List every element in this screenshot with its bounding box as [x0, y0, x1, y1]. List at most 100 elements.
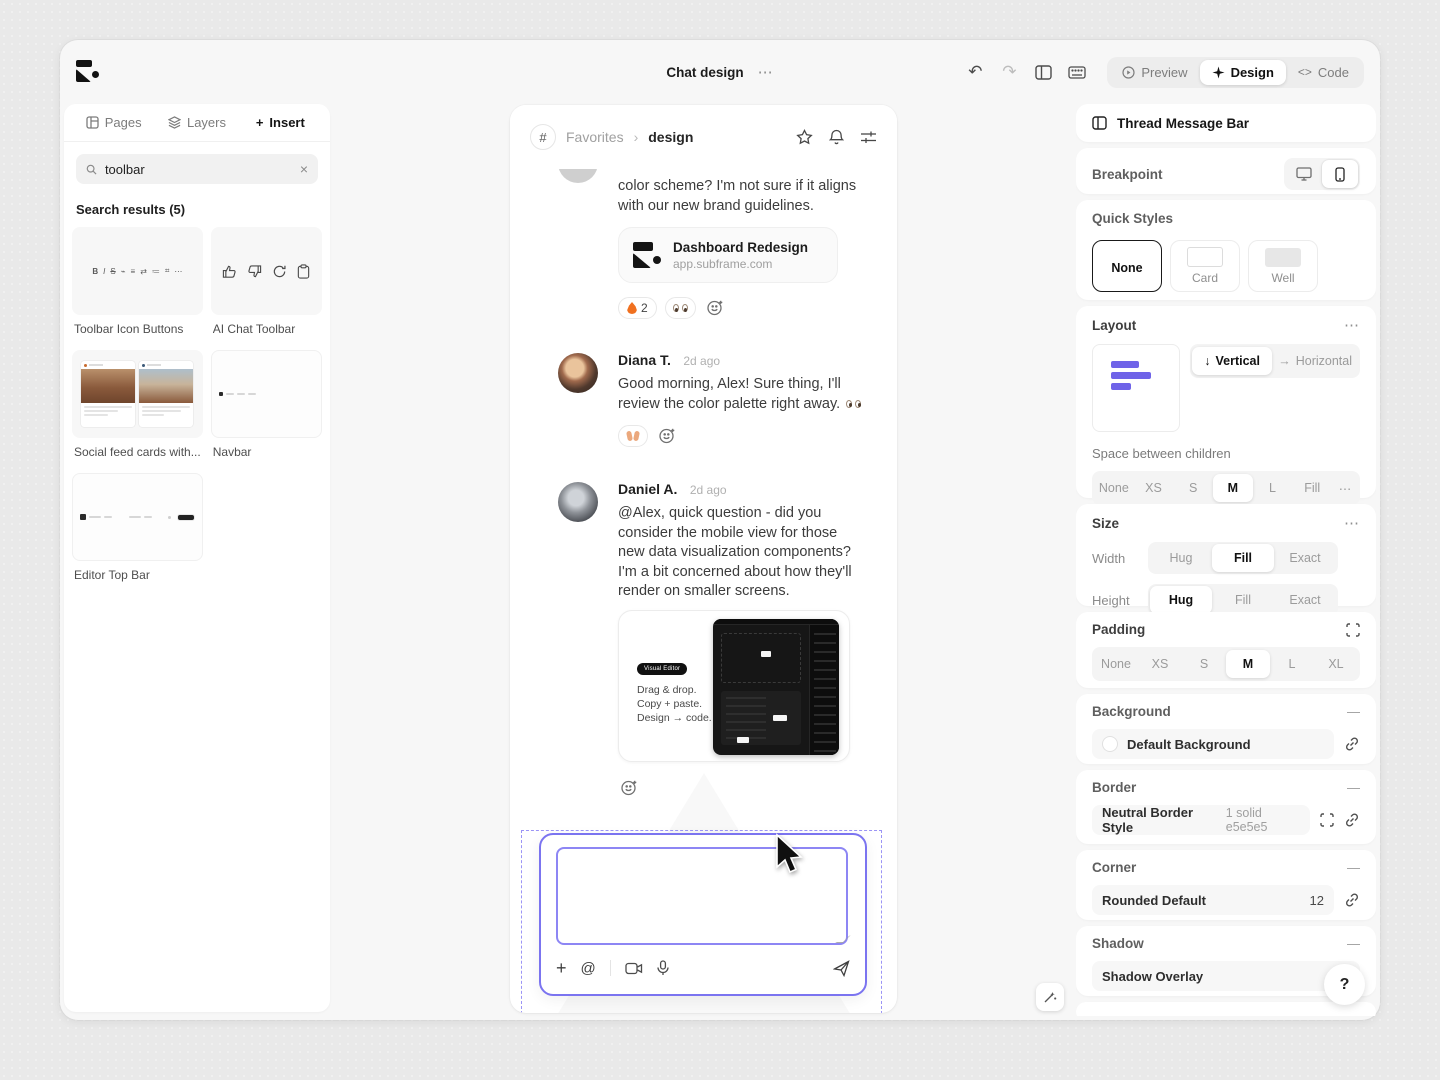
shadow-value-row[interactable]: Shadow Overlay [1092, 961, 1360, 991]
toggle-sidebar-icon[interactable] [1029, 58, 1057, 86]
width-hug[interactable]: Hug [1150, 544, 1212, 572]
space-fill[interactable]: Fill [1292, 474, 1332, 502]
send-icon[interactable] [833, 960, 850, 977]
undo-icon[interactable]: ↶ [961, 58, 989, 86]
padding-xl[interactable]: XL [1314, 650, 1358, 678]
clear-search-icon[interactable]: × [300, 161, 308, 177]
document-menu-icon[interactable]: ⋯ [758, 63, 774, 81]
add-reaction-button[interactable] [656, 425, 678, 447]
padding-s[interactable]: S [1182, 650, 1226, 678]
search-input[interactable] [105, 162, 292, 177]
search-result-ai-chat-toolbar[interactable]: AI Chat Toolbar [211, 227, 322, 336]
layout-menu-icon[interactable]: ⋯ [1344, 316, 1360, 334]
search-result-navbar[interactable]: Navbar [211, 350, 322, 459]
link-token-icon[interactable] [1344, 736, 1360, 752]
mode-design[interactable]: Design [1200, 60, 1286, 85]
message-text: Good morning, Alex! Sure thing, I'll rev… [618, 375, 862, 414]
avatar-diana[interactable] [558, 353, 598, 393]
reaction-eyes[interactable] [665, 297, 696, 319]
width-exact[interactable]: Exact [1274, 544, 1336, 572]
add-reaction-button[interactable] [704, 297, 726, 319]
top-bar: Chat design ⋯ ↶ ↷ Preview [60, 40, 1380, 104]
border-value-row[interactable]: Neutral Border Style 1 solid e5e5e5 [1092, 805, 1310, 835]
height-hug[interactable]: Hug [1150, 586, 1212, 614]
height-label: Height [1092, 593, 1148, 608]
collapse-section-icon[interactable]: — [1347, 780, 1360, 795]
space-l[interactable]: L [1253, 474, 1293, 502]
message-text-partial: color scheme? I'm not sure if it aligns … [618, 177, 868, 216]
collapse-section-icon[interactable]: — [1347, 936, 1360, 951]
desktop-icon [1296, 167, 1312, 181]
space-s[interactable]: S [1173, 474, 1213, 502]
search-result-social-feed-cards[interactable]: Social feed cards with... [72, 350, 203, 459]
help-button[interactable]: ? [1324, 964, 1365, 1005]
collapse-section-icon[interactable]: — [1347, 860, 1360, 875]
reaction-raised-hands[interactable] [618, 425, 648, 447]
mode-code[interactable]: <> Code [1286, 60, 1361, 85]
attachment-image-card[interactable]: Visual Editor Drag & drop. Copy + paste.… [618, 610, 850, 762]
collapse-section-icon[interactable]: — [1347, 704, 1360, 719]
padding-m[interactable]: M [1226, 650, 1270, 678]
space-xs[interactable]: XS [1134, 474, 1174, 502]
arrow-right-icon: → [1278, 354, 1291, 368]
height-fill[interactable]: Fill [1212, 586, 1274, 614]
link-token-icon[interactable] [1344, 812, 1360, 828]
layers-icon [168, 116, 181, 129]
smiley-plus-icon [620, 779, 638, 797]
tab-pages[interactable]: Pages [74, 104, 153, 141]
individual-padding-icon[interactable] [1346, 623, 1360, 637]
padding-none[interactable]: None [1094, 650, 1138, 678]
reaction-fire[interactable]: 2 [618, 297, 657, 319]
breakpoint-desktop-button[interactable] [1286, 160, 1322, 188]
search-result-editor-top-bar[interactable]: Editor Top Bar [72, 473, 203, 582]
quick-style-well[interactable]: Well [1248, 240, 1318, 292]
layout-preview [1092, 344, 1180, 432]
padding-l[interactable]: L [1270, 650, 1314, 678]
add-reaction-button[interactable] [618, 777, 640, 799]
width-fill[interactable]: Fill [1212, 544, 1274, 572]
size-menu-icon[interactable]: ⋯ [1344, 514, 1360, 532]
mention-icon[interactable]: @ [581, 960, 596, 977]
direction-horizontal[interactable]: → Horizontal [1272, 347, 1358, 375]
space-none[interactable]: None [1094, 474, 1134, 502]
layout-section: Layout ⋯ ↓ Vertical → Horizontal [1076, 306, 1376, 498]
height-exact[interactable]: Exact [1274, 586, 1336, 614]
section-label: Breakpoint [1092, 167, 1163, 182]
star-icon[interactable] [796, 129, 813, 145]
breakpoint-mobile-button[interactable] [1322, 160, 1358, 188]
space-m[interactable]: M [1213, 474, 1253, 502]
filter-settings-icon[interactable] [860, 130, 877, 145]
well-style-swatch [1265, 248, 1301, 267]
microphone-icon[interactable] [657, 960, 669, 976]
space-overflow-icon[interactable]: ⋯ [1332, 474, 1358, 502]
link-token-icon[interactable] [1344, 892, 1360, 908]
corner-radius-value: 12 [1310, 893, 1324, 908]
tab-insert[interactable]: + Insert [241, 104, 320, 141]
direction-vertical[interactable]: ↓ Vertical [1192, 347, 1272, 375]
individual-border-icon[interactable] [1320, 813, 1334, 827]
mode-preview[interactable]: Preview [1110, 60, 1199, 85]
attach-plus-icon[interactable]: + [556, 959, 567, 977]
eyes-icon [673, 304, 688, 312]
corner-value-row[interactable]: Rounded Default 12 [1092, 885, 1334, 915]
avatar-daniel[interactable] [558, 482, 598, 522]
quick-style-none[interactable]: None [1092, 240, 1162, 292]
magic-wand-button[interactable] [1036, 983, 1064, 1011]
redo-icon[interactable]: ↷ [995, 58, 1023, 86]
subframe-logo[interactable] [76, 60, 100, 84]
search-result-toolbar-icon-buttons[interactable]: BIS⌁≡⇄≔⌗⋯ Toolbar Icon Buttons [72, 227, 203, 336]
video-icon[interactable] [625, 962, 643, 975]
keyboard-shortcuts-icon[interactable] [1063, 58, 1091, 86]
section-label: Background [1092, 704, 1171, 719]
thread-message-bar[interactable]: + @ [539, 833, 867, 996]
message-author[interactable]: Diana T. [618, 352, 671, 368]
breadcrumb-root[interactable]: Favorites [566, 129, 624, 145]
padding-xs[interactable]: XS [1138, 650, 1182, 678]
bell-icon[interactable] [829, 129, 844, 146]
link-preview-card[interactable]: Dashboard Redesign app.subframe.com [618, 227, 838, 283]
breadcrumb-current[interactable]: design [648, 129, 693, 145]
tab-layers[interactable]: Layers [157, 104, 236, 141]
message-author[interactable]: Daniel A. [618, 481, 677, 497]
background-value-row[interactable]: Default Background [1092, 729, 1334, 759]
quick-style-card[interactable]: Card [1170, 240, 1240, 292]
